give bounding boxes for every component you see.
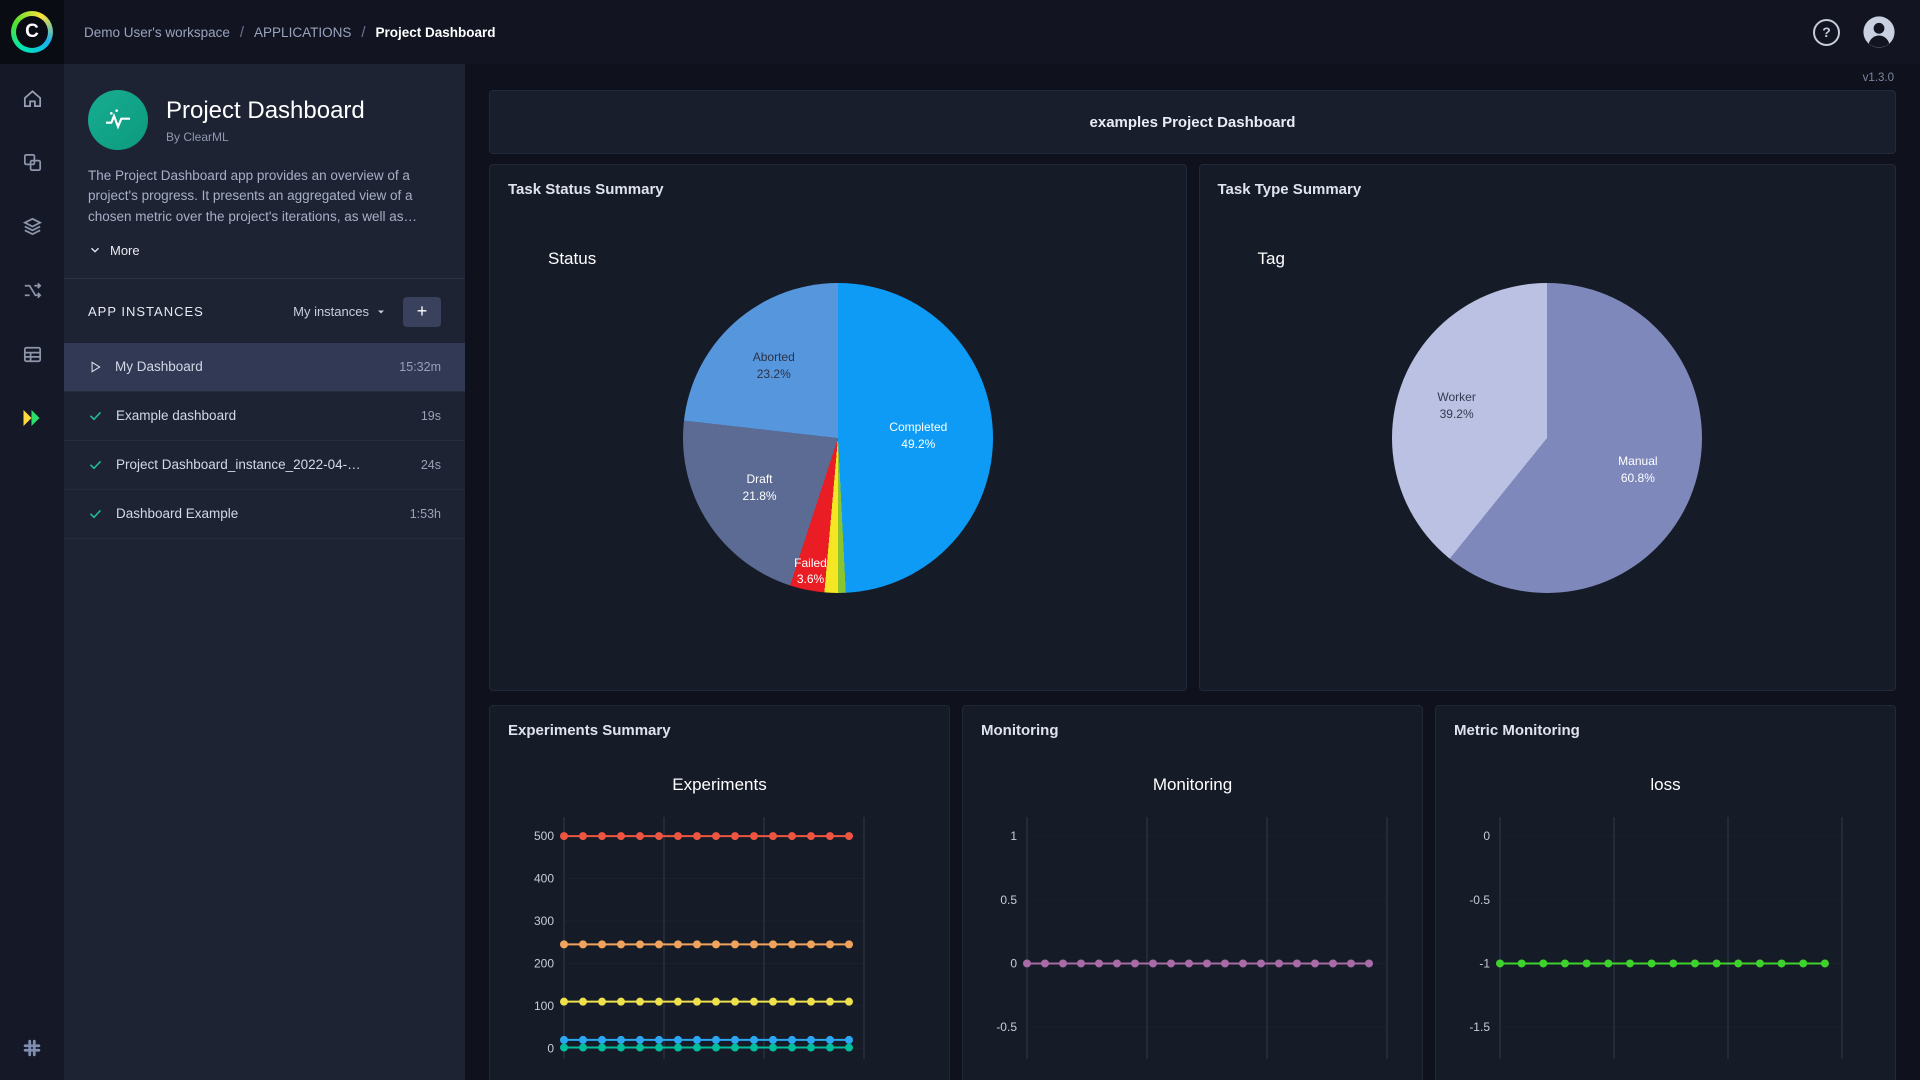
- app-description: The Project Dashboard app provides an ov…: [88, 168, 417, 224]
- clearml-logo-letter: C: [16, 16, 48, 48]
- pipelines-icon[interactable]: [20, 278, 44, 302]
- svg-text:500: 500: [534, 829, 554, 843]
- svg-text:200: 200: [534, 956, 554, 970]
- app-title: Project Dashboard: [166, 96, 365, 124]
- task-type-summary-card: Task Type Summary Tag Manual 60.8% Worker 3…: [1198, 164, 1896, 691]
- instance-name: Dashboard Example: [116, 506, 239, 522]
- breadcrumb-current-page: Project Dashboard: [375, 24, 496, 40]
- running-play-icon: [91, 361, 101, 373]
- instance-row-project-dashboard-instance[interactable]: Project Dashboard_instance_2022-04-… 24s: [64, 441, 465, 490]
- chevron-down-icon: [378, 310, 384, 314]
- instance-runtime: 1:53h: [409, 506, 441, 521]
- breadcrumb-separator: /: [239, 23, 245, 41]
- svg-text:-0.5: -0.5: [996, 1020, 1017, 1034]
- pie: Completed 49.2% Failed 3.6% Draft 21.8% Aborte…: [682, 283, 993, 593]
- instances-filter-label: My instances: [293, 304, 369, 320]
- card-title: Task Status Summary: [508, 181, 664, 198]
- instance-name: Project Dashboard_instance_2022-04-…: [116, 457, 361, 473]
- chart-title: Status: [548, 249, 597, 268]
- task-status-summary-card: Task Status Summary Status Completed 49.2…: [489, 164, 1187, 691]
- svg-text:0: 0: [547, 1041, 554, 1055]
- svg-text:300: 300: [534, 914, 554, 928]
- instance-runtime: 24s: [420, 457, 441, 472]
- instance-list: My Dashboard 15:32m Example dashboard 19…: [64, 342, 465, 539]
- svg-text:-1.5: -1.5: [1469, 1020, 1490, 1034]
- clearml-logo[interactable]: C: [0, 0, 64, 64]
- home-icon[interactable]: [20, 86, 44, 110]
- app-info-panel: Project Dashboard By ClearML The Project…: [64, 64, 465, 1080]
- help-icon[interactable]: ?: [1813, 18, 1840, 46]
- instance-runtime: 19s: [420, 408, 441, 423]
- svg-text:0: 0: [1010, 956, 1017, 970]
- app-logo-icon: [88, 90, 148, 150]
- user-avatar-icon[interactable]: [1862, 15, 1896, 49]
- chevron-down-icon: [91, 248, 99, 253]
- topbar: C Demo User's workspace / APPLICATIONS /…: [0, 0, 1920, 64]
- pie-charts-row: Task Status Summary Status Completed 49.2…: [489, 164, 1896, 691]
- card-title: Metric Monitoring: [1454, 722, 1580, 739]
- monitoring-line-chart: 1 0.5 0 -0.5: [996, 817, 1388, 1059]
- app-header: Project Dashboard By ClearML: [88, 90, 441, 150]
- completed-check-icon: [89, 510, 102, 519]
- svg-text:100: 100: [534, 999, 554, 1013]
- pie: Manual 60.8% Worker 39.2%: [1392, 283, 1703, 593]
- instance-name: My Dashboard: [115, 359, 203, 375]
- applications-icon-active[interactable]: [20, 406, 44, 430]
- instance-runtime: 15:32m: [399, 359, 441, 374]
- instances-header: APP INSTANCES My instances +: [88, 296, 441, 327]
- svg-text:0: 0: [1483, 829, 1490, 843]
- slack-community-icon[interactable]: [20, 1036, 44, 1060]
- more-label: More: [110, 242, 140, 258]
- chart-title: Experiments: [672, 775, 767, 794]
- instance-name: Example dashboard: [116, 408, 237, 424]
- add-instance-button[interactable]: +: [403, 296, 441, 327]
- metric-monitoring-card: Metric Monitoring loss 0 -0.5 -1 -1.5: [1435, 705, 1896, 1080]
- experiments-line-chart: 500 400 300 200 100 0: [534, 817, 865, 1059]
- panel-divider: [64, 277, 465, 279]
- datasets-icon[interactable]: [20, 214, 44, 238]
- instance-row-my-dashboard[interactable]: My Dashboard 15:32m: [64, 342, 465, 392]
- app-version: v1.3.0: [1862, 72, 1894, 84]
- svg-text:1: 1: [1010, 829, 1017, 843]
- topbar-actions: ?: [1813, 15, 1920, 49]
- clearml-logo-icon: C: [11, 11, 53, 53]
- projects-icon[interactable]: [20, 150, 44, 174]
- completed-check-icon: [89, 412, 102, 421]
- card-title: Experiments Summary: [508, 722, 671, 739]
- monitoring-card: Monitoring Monitoring 1 0.5 0 -0.5: [962, 705, 1423, 1080]
- card-title: Task Type Summary: [1217, 181, 1362, 198]
- left-rail: [0, 64, 64, 1080]
- chart-title: Monitoring: [1152, 775, 1233, 794]
- svg-text:-1: -1: [1479, 956, 1490, 970]
- svg-text:-0.5: -0.5: [1469, 893, 1490, 907]
- dashboard-main: v1.3.0 examples Project Dashboard Task S…: [465, 64, 1920, 1080]
- dashboard-banner-title: examples Project Dashboard: [489, 90, 1896, 154]
- tag-pie-chart: Manual 60.8% Worker 39.2%: [1392, 283, 1703, 593]
- breadcrumb: Demo User's workspace / APPLICATIONS / P…: [84, 24, 496, 41]
- breadcrumb-workspace[interactable]: Demo User's workspace: [84, 25, 230, 40]
- loss-line-chart: 0 -0.5 -1 -1.5: [1469, 817, 1843, 1059]
- breadcrumb-separator: /: [361, 23, 366, 41]
- workers-queues-icon[interactable]: [20, 342, 44, 366]
- app-byline: By ClearML: [166, 129, 229, 144]
- line-charts-row: Experiments Summary Experiments 500 400 30…: [489, 705, 1896, 1080]
- instances-title: APP INSTANCES: [88, 304, 204, 320]
- instance-row-dashboard-example[interactable]: Dashboard Example 1:53h: [64, 490, 465, 539]
- svg-text:400: 400: [534, 872, 554, 886]
- completed-check-icon: [89, 461, 102, 470]
- chart-title: Tag: [1257, 249, 1285, 268]
- instances-filter-dropdown[interactable]: My instances: [293, 304, 387, 319]
- instance-row-example-dashboard[interactable]: Example dashboard 19s: [64, 392, 465, 441]
- experiments-summary-card: Experiments Summary Experiments 500 400 30…: [489, 705, 950, 1080]
- card-title: Monitoring: [981, 722, 1059, 739]
- svg-text:0.5: 0.5: [1000, 893, 1017, 907]
- chart-title: loss: [1650, 775, 1681, 794]
- status-pie-chart: Completed 49.2% Failed 3.6% Draft 21.8% Aborte…: [682, 283, 993, 593]
- breadcrumb-applications[interactable]: APPLICATIONS: [254, 25, 351, 40]
- more-expander[interactable]: More: [88, 243, 441, 258]
